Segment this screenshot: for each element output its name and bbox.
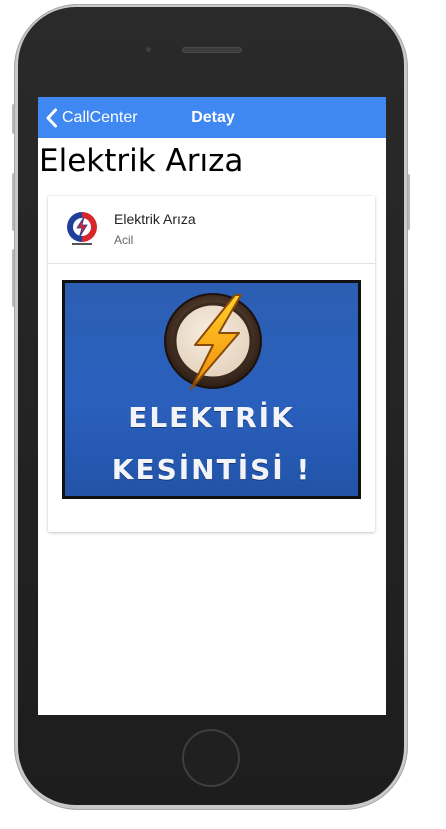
chevron-left-icon xyxy=(46,108,57,128)
page-title: Elektrik Arıza xyxy=(39,143,244,179)
back-button[interactable]: CallCenter xyxy=(44,106,138,130)
device-preview: CallCenter Detay Elektrik Arıza Elektrik… xyxy=(0,0,446,829)
back-label: CallCenter xyxy=(62,109,138,126)
home-button[interactable] xyxy=(182,729,240,787)
earpiece-speaker xyxy=(182,47,242,53)
nav-title: Detay xyxy=(191,109,235,126)
navbar: CallCenter Detay xyxy=(38,97,386,138)
outage-banner-image: ELEKTRİK KESİNTİSİ ! xyxy=(62,280,361,499)
banner-text-line-2: KESİNTİSİ ! xyxy=(111,453,312,486)
banner-text-line-1: ELEKTRİK xyxy=(128,401,295,434)
app-screen: CallCenter Detay Elektrik Arıza Elektrik… xyxy=(38,97,386,715)
banner-background: ELEKTRİK KESİNTİSİ ! xyxy=(65,283,358,496)
item-title: Elektrik Arıza xyxy=(114,211,196,227)
electric-company-logo-icon xyxy=(67,212,97,245)
front-camera xyxy=(146,47,151,52)
card-header: Elektrik Arıza Acil xyxy=(48,196,375,264)
lightning-bolt-icon xyxy=(164,293,262,390)
detail-card: Elektrik Arıza Acil ELEKTRİK KESİNTİSİ ! xyxy=(48,196,375,532)
item-subtitle: Acil xyxy=(114,233,134,247)
